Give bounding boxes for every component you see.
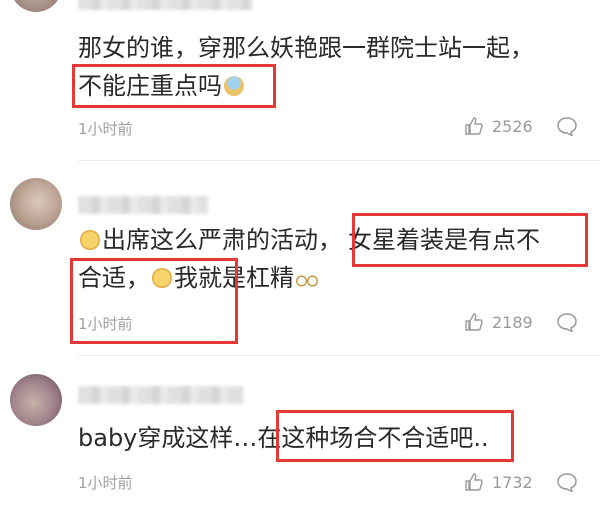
like-button[interactable]: 2526: [464, 116, 533, 136]
like-button[interactable]: 2189: [464, 312, 533, 332]
highlight-box: [352, 213, 588, 267]
like-count: 2526: [492, 116, 533, 136]
avatar[interactable]: [10, 178, 62, 230]
comment-icon[interactable]: [556, 472, 578, 492]
thumbs-up-icon: [465, 473, 483, 491]
thumbs-up-icon: [465, 313, 483, 331]
comment-text: 那女的谁，穿那么妖艳跟一群院士站一起，: [78, 30, 534, 66]
comment-icon[interactable]: [556, 312, 578, 332]
username-blurred[interactable]: [78, 0, 253, 10]
timestamp: 1小时前: [78, 315, 133, 333]
timestamp: 1小时前: [78, 120, 133, 138]
divider: [78, 160, 600, 161]
emoji-face-icon: [80, 230, 100, 250]
avatar[interactable]: [10, 0, 62, 12]
username-blurred[interactable]: [78, 386, 243, 404]
glasses-icon: [296, 274, 318, 288]
comment-text-segment: baby穿成这样…在: [78, 424, 282, 452]
like-button[interactable]: 1732: [464, 472, 533, 492]
comment-icon[interactable]: [556, 116, 578, 136]
highlight-box: [72, 64, 276, 108]
like-count: 2189: [492, 312, 533, 332]
timestamp: 1小时前: [78, 474, 133, 492]
highlight-box: [276, 410, 514, 462]
comment-list: 那女的谁，穿那么妖艳跟一群院士站一起， 不能庄重点吗 1小时前 2526 出席这…: [0, 0, 600, 505]
thumbs-up-icon: [465, 117, 483, 135]
divider: [78, 355, 600, 356]
like-count: 1732: [492, 472, 533, 492]
avatar[interactable]: [10, 374, 62, 426]
username-blurred[interactable]: [78, 196, 208, 214]
comment-text-line: 那女的谁，穿那么妖艳跟一群院士站一起，: [78, 34, 534, 62]
comment-text-segment: 出席这么严肃的活动，: [102, 226, 342, 254]
